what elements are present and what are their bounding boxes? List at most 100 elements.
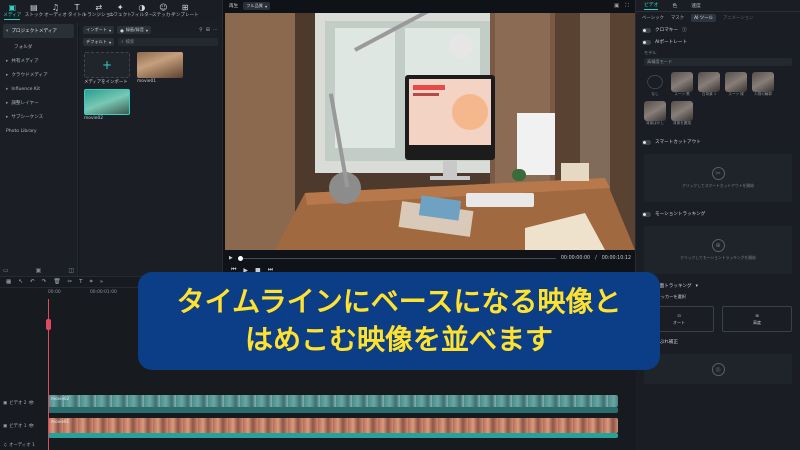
track-header-video-2[interactable]: ▣ ビデオ 2 👁: [0, 395, 46, 411]
tab-filter[interactable]: ◑ フィルター: [130, 3, 153, 20]
video-frame[interactable]: [225, 13, 635, 250]
more-icon[interactable]: ⋯: [213, 27, 218, 33]
scrub-slider[interactable]: [237, 255, 556, 261]
smart-cutout-toggle[interactable]: [642, 139, 651, 145]
collapse-icon[interactable]: ◫: [68, 267, 74, 274]
chevron-right-icon: ▸: [6, 114, 9, 120]
caption-line-2: はめこむ映像を並べます: [244, 323, 553, 356]
preset-3[interactable]: スーツ 緑: [725, 72, 747, 97]
preset-1[interactable]: スーツ 黒: [671, 72, 693, 97]
subtab-ai-tools[interactable]: AI ツール: [691, 14, 716, 22]
subtab-basic[interactable]: ベーシック: [642, 15, 664, 21]
subtab-mask[interactable]: マスク: [671, 15, 684, 21]
crop-icon[interactable]: ⌗: [90, 279, 93, 286]
effect-icon: ✦: [116, 3, 124, 12]
preset-none[interactable]: なし: [644, 72, 666, 97]
video-track-icon: ▣: [3, 423, 8, 429]
chevron-right-icon: ▸: [6, 72, 9, 78]
video-frame-image: [225, 13, 635, 250]
playhead[interactable]: [46, 299, 51, 450]
ai-portrait-toggle[interactable]: [642, 39, 651, 45]
player-label: 再生: [229, 4, 239, 9]
record-dropdown[interactable]: ● 録画/録音 ▾: [117, 26, 151, 34]
portrait-presets: なし スーツ 黒 白背景 1 スーツ 緑 人物の輪郭 背景ぼかし 背景を置換: [636, 66, 800, 126]
advanced-tracker-button[interactable]: ⊞ 高度: [722, 306, 792, 332]
tab-transition[interactable]: ⇄ トランジション: [83, 3, 115, 20]
music-icon: ♫: [3, 442, 7, 448]
snapshot-icon[interactable]: ▣: [614, 3, 619, 10]
track-header-video-1[interactable]: ▣ ビデオ 1 👁: [0, 418, 46, 434]
track-header-audio-1[interactable]: ♫ オーディオ 1: [0, 439, 46, 450]
filter-icon[interactable]: ⚲: [199, 27, 203, 33]
sidebar-item-adjustment-layer[interactable]: ▸ 調整レイヤー: [0, 96, 77, 110]
delete-icon[interactable]: 🗑: [53, 279, 60, 285]
model-select[interactable]: 高精度モード: [644, 58, 792, 66]
tab-video[interactable]: ビデオ: [644, 1, 659, 10]
tab-color[interactable]: 色: [672, 2, 677, 9]
title-icon: T: [74, 3, 80, 12]
stabilize-start[interactable]: ◎: [644, 354, 792, 384]
tracking-icon: ⊕: [711, 239, 725, 252]
tab-stock[interactable]: ▤ ストック: [24, 3, 45, 20]
stabilize-row: 手ぶれ補正: [636, 336, 800, 348]
tab-media[interactable]: ▣ メディア: [2, 3, 23, 20]
video-editor-window: ▣ メディア ▤ ストック ♫ オーディオ T タイトル ⇄ トランジション ✦ エフェクト…: [0, 0, 800, 450]
preset-4[interactable]: 人物の輪郭: [752, 72, 774, 97]
split-icon[interactable]: ✂: [67, 279, 72, 285]
sticker-icon: ☺: [159, 3, 168, 12]
info-icon: ⓘ: [681, 28, 687, 33]
search-icon: ⌕: [121, 40, 124, 45]
preset-6[interactable]: 背景を置換: [671, 101, 693, 126]
preview-player: 再生 フル品質 ▾ ▣ ⛶ ▶ 00:00:00:00 / 00:00:10:1…: [222, 0, 636, 276]
sort-dropdown[interactable]: デフォルト ▾: [83, 38, 115, 46]
sidebar-item-influence-kit[interactable]: ▸ Influence Kit: [0, 82, 77, 96]
media-item-movie02[interactable]: movie02: [84, 89, 130, 121]
sidebar-item-cloud-media[interactable]: ▸ クラウドメディア: [0, 68, 77, 82]
subtab-animation[interactable]: アニメーション: [723, 15, 754, 21]
stock-icon: ▤: [30, 3, 38, 12]
clip-movie01[interactable]: movie01: [48, 418, 618, 433]
preset-2[interactable]: 白背景 1: [698, 72, 720, 97]
chevron-right-icon: ▸: [6, 86, 9, 92]
search-input[interactable]: ⌕ 検索: [118, 38, 218, 46]
smart-cutout-start[interactable]: ✂ クリックしてスマートカットアウトを開始: [644, 154, 792, 202]
new-folder-icon[interactable]: ▭: [3, 267, 9, 274]
clip-movie01-audio[interactable]: [48, 433, 618, 438]
chroma-key-toggle[interactable]: [642, 27, 651, 33]
chevron-down-icon: ▾: [695, 283, 698, 289]
tab-audio[interactable]: ♫ オーディオ: [44, 3, 67, 20]
eye-icon[interactable]: 👁: [29, 401, 35, 406]
sidebar-item-folder[interactable]: フォルダ: [0, 40, 77, 54]
stabilize-icon: ◎: [711, 362, 725, 376]
import-dropdown[interactable]: インポート ▾: [83, 26, 115, 34]
planar-tracker-label: 平面トラッカーを選択: [644, 294, 686, 299]
select-tool-icon[interactable]: ↖: [18, 279, 23, 285]
eye-icon[interactable]: 👁: [29, 424, 35, 429]
sidebar-item-project-media[interactable]: ▾ プロジェクトメディア: [3, 24, 74, 38]
tab-effect[interactable]: ✦ エフェクト: [109, 3, 132, 20]
text-tool-icon[interactable]: T: [79, 279, 82, 285]
sidebar-item-shared-media[interactable]: ▸ 共有メディア: [0, 54, 77, 68]
media-item-movie01[interactable]: movie01: [137, 52, 183, 85]
movie01-thumbnail: [137, 52, 183, 78]
folder-icon[interactable]: ▣: [36, 267, 42, 274]
fullscreen-icon[interactable]: ⛶: [625, 3, 629, 10]
clip-movie02-audio[interactable]: [48, 407, 618, 413]
motion-tracking-start[interactable]: ⊕ クリックしてモーショントラッキングを開始: [644, 226, 792, 274]
more-tools-icon[interactable]: »: [100, 279, 103, 285]
tab-template[interactable]: ⊞ テンプレート: [171, 3, 198, 20]
play-icon[interactable]: ▶: [229, 256, 233, 261]
clip-movie02[interactable]: movie02: [48, 395, 618, 407]
tab-speed[interactable]: 速度: [691, 2, 701, 9]
redo-icon[interactable]: ↷: [42, 279, 47, 285]
sidebar-item-subsequence[interactable]: ▸ サブシーケンス: [0, 110, 77, 124]
quality-dropdown[interactable]: フル品質 ▾: [243, 2, 271, 10]
sidebar-item-photo-library[interactable]: Photo Library: [0, 124, 77, 138]
motion-tracking-toggle[interactable]: [642, 211, 651, 217]
import-media-tile[interactable]: + メディアをインポート: [84, 52, 130, 85]
layout-icon[interactable]: ▦: [6, 279, 11, 285]
undo-icon[interactable]: ↶: [30, 279, 35, 285]
preset-5[interactable]: 背景ぼかし: [644, 101, 666, 126]
grid-view-icon[interactable]: ⊞: [206, 27, 210, 33]
chroma-key-row: クロマキー ⓘ: [636, 24, 800, 36]
